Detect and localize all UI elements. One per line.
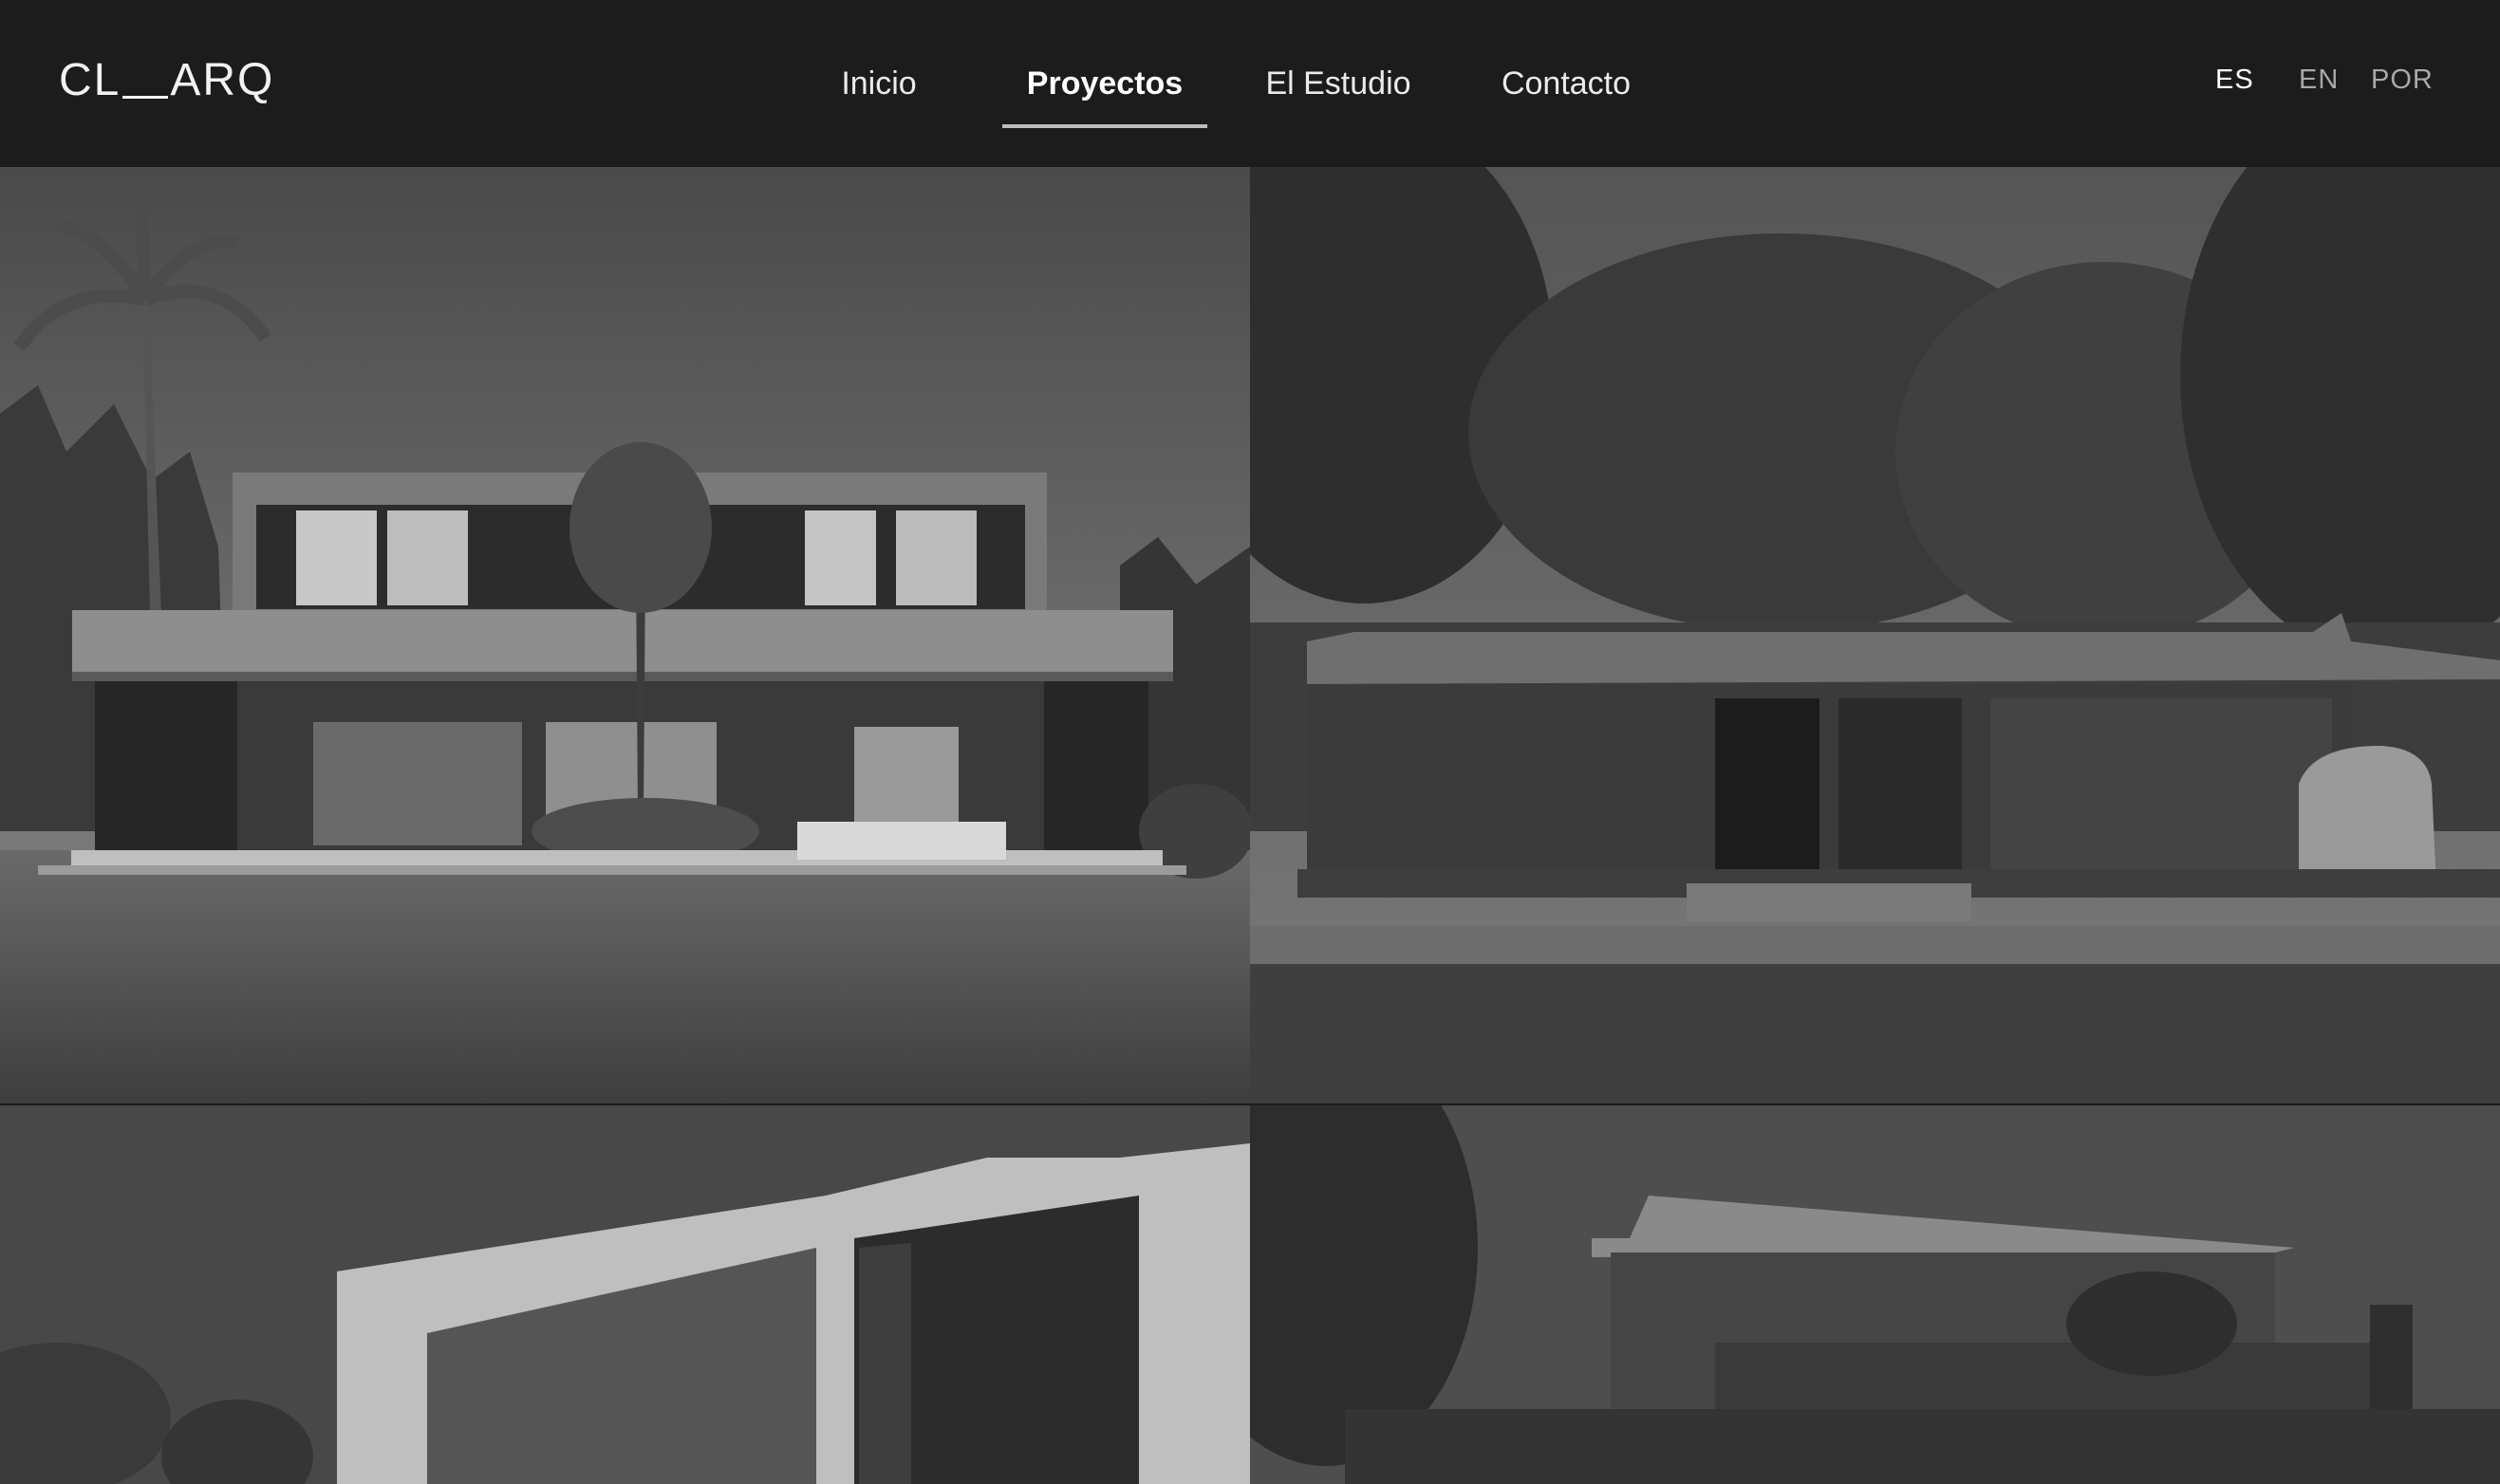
site-header: CL ARQ Inicio Proyectos El Estudio Contac… [0, 0, 2500, 167]
project-tile-3[interactable] [0, 1105, 1250, 1484]
two-story-house-photo [0, 167, 1250, 1104]
lang-por[interactable]: POR [2371, 65, 2434, 102]
nav-contacto[interactable]: Contacto [1490, 59, 1642, 127]
white-modern-house-photo [0, 1105, 1250, 1484]
nav-proyectos[interactable]: Proyectos [1002, 59, 1207, 127]
wood-slat-house-photo [1250, 1105, 2500, 1484]
nav-inicio[interactable]: Inicio [826, 59, 932, 127]
active-nav-underline [1002, 124, 1207, 128]
single-story-house-photo [1250, 167, 2500, 1104]
project-tile-2[interactable] [1250, 167, 2500, 1104]
projects-grid [0, 167, 2500, 1484]
nav-el-estudio[interactable]: El Estudio [1253, 59, 1424, 127]
project-tile-1[interactable] [0, 167, 1250, 1104]
project-tile-4[interactable] [1250, 1105, 2500, 1484]
main-nav: Inicio Proyectos El Estudio Contacto [0, 59, 2500, 135]
lang-es[interactable]: ES [2215, 65, 2254, 102]
lang-en[interactable]: EN [2299, 65, 2339, 102]
